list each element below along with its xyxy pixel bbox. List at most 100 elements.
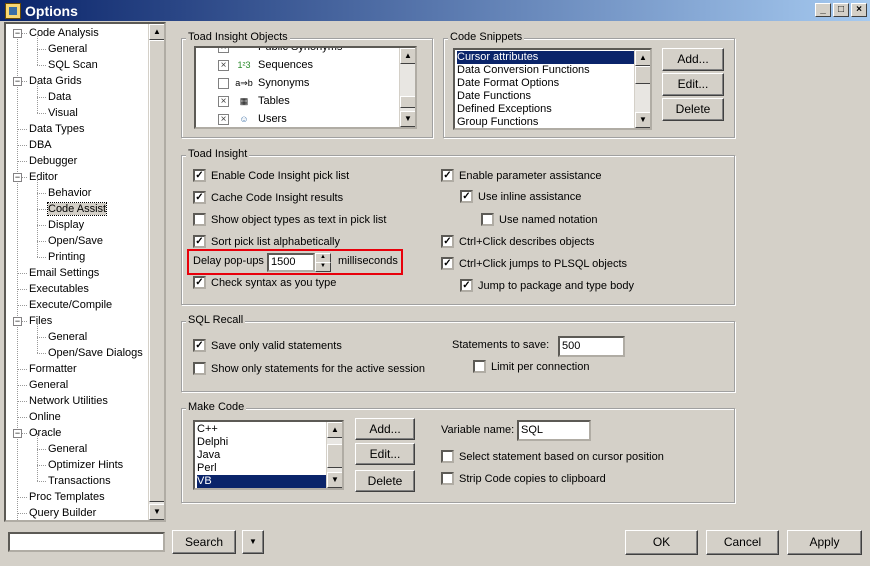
make-code-add-button[interactable]: Add... [355,418,415,440]
active-session-checkbox[interactable]: Show only statements for the active sess… [193,361,425,377]
snippets-scroll-thumb[interactable] [635,66,650,84]
make-code-item[interactable]: C++ [197,423,327,436]
snippet-item[interactable]: Data Conversion Functions [457,64,635,77]
cache-results-checkbox[interactable]: ✓ Cache Code Insight results [193,190,343,206]
tree-item[interactable]: Display [48,217,84,233]
tree-collapse-icon[interactable]: − [13,317,22,326]
tree-item[interactable]: General [48,441,87,457]
insight-object-item[interactable]: × Public Synonyms [218,48,342,56]
tree-item[interactable]: Network Utilities [29,393,108,409]
insight-object-item[interactable]: × ▦ Tables [218,92,290,110]
make-code-item[interactable]: Delphi [197,436,327,449]
tree-scrollbar[interactable]: ▲ ▼ [148,24,164,520]
insight-object-checkbox[interactable] [218,77,229,89]
make-code-list[interactable]: VB.NETVBPerlJavaDelphiC++ ▲ ▼ [193,420,344,490]
minimize-button[interactable]: _ [815,3,831,17]
make-code-scroll-up-button[interactable]: ▲ [327,422,342,438]
tree-collapse-icon[interactable]: − [13,173,22,182]
select-statement-checkbox[interactable]: Select statement based on cursor positio… [441,449,664,465]
tree-item[interactable]: Execute/Compile [29,297,112,313]
make-code-item[interactable]: VB.NET [197,488,327,490]
insight-object-item[interactable]: a⇒b Synonyms [218,74,309,92]
insight-scroll-down-button[interactable]: ▼ [400,111,415,127]
save-valid-checkbox[interactable]: ✓ Save only valid statements [193,338,342,354]
make-code-scroll-thumb[interactable] [327,444,342,468]
tree-item[interactable]: Visual [48,105,78,121]
tree-collapse-icon[interactable]: − [13,77,22,86]
snippet-item[interactable]: Date Format Options [457,77,635,90]
insight-object-checkbox[interactable]: × [218,113,229,125]
tree-item[interactable]: SQL Scan [48,57,98,73]
insight-object-item[interactable]: × 1²3 Sequences [218,56,313,74]
tree-item[interactable]: Oracle [29,425,61,441]
tree-collapse-icon[interactable]: − [13,429,22,438]
tree-item[interactable]: Executables [29,281,89,297]
snippet-item[interactable]: Cursor attributes [457,51,635,64]
tree-item[interactable]: Open/Save Dialogs [48,345,143,361]
tree-item[interactable]: Code Analysis [29,25,99,41]
tree-item[interactable]: Open/Save [48,233,103,249]
insight-object-checkbox[interactable]: × [218,95,229,107]
insight-object-checkbox[interactable]: × [218,59,229,71]
search-dropdown-button[interactable]: ▼ [242,530,264,554]
make-code-item[interactable]: Java [197,449,327,462]
tree-item[interactable]: Online [29,409,61,425]
search-button[interactable]: Search [172,530,236,554]
snippet-edit-button[interactable]: Edit... [662,73,724,96]
tree-item[interactable]: General [48,41,87,57]
tree-item[interactable]: General [29,377,68,393]
tree-item[interactable]: Files [29,313,52,329]
strip-code-checkbox[interactable]: Strip Code copies to clipboard [441,471,606,487]
tree-scroll-up-button[interactable]: ▲ [149,24,164,40]
tree-item[interactable]: Code Assist [46,201,108,217]
spin-down-button[interactable]: ▼ [315,262,331,272]
ctrl-click-jumps-checkbox[interactable]: ✓ Ctrl+Click jumps to PLSQL objects [441,256,627,272]
make-code-item[interactable]: Perl [197,462,327,475]
make-code-item[interactable]: VB [197,475,327,488]
enable-pick-list-checkbox[interactable]: ✓ Enable Code Insight pick list [193,168,349,184]
snippets-scroll-down-button[interactable]: ▼ [635,112,650,128]
snippet-item[interactable]: Group Functions [457,116,635,128]
tree-item[interactable]: Printing [48,249,85,265]
snippet-delete-button[interactable]: Delete [662,98,724,121]
tree-item[interactable]: Transactions [48,473,111,489]
enable-param-checkbox[interactable]: ✓ Enable parameter assistance [441,168,601,184]
tree-item[interactable]: Data [48,89,71,105]
make-code-scrollbar[interactable]: ▲ ▼ [326,422,342,488]
tree-item[interactable]: Query Builder [29,505,96,520]
insight-objects-scrollbar[interactable]: ▲ ▼ [399,48,415,127]
snippet-add-button[interactable]: Add... [662,48,724,71]
tree-item[interactable]: Formatter [29,361,77,377]
tree-item[interactable]: Debugger [29,153,77,169]
make-code-delete-button[interactable]: Delete [355,470,415,492]
tree-item[interactable]: Proc Templates [29,489,105,505]
options-tree[interactable]: ▲ ▼ Code Analysis − General SQL Scan Data Gr… [4,22,166,522]
check-syntax-checkbox[interactable]: ✓ Check syntax as you type [193,275,336,291]
tree-scroll-down-button[interactable]: ▼ [149,504,164,520]
statements-input[interactable]: 500 [558,336,625,357]
tree-item[interactable]: Email Settings [29,265,99,281]
delay-input[interactable]: 1500 [267,253,315,272]
delay-spinner[interactable]: ▲ ▼ [315,253,331,272]
maximize-button[interactable]: □ [833,3,849,17]
ok-button[interactable]: OK [625,530,698,555]
insight-object-checkbox[interactable]: × [218,48,229,53]
tree-item[interactable]: General [48,329,87,345]
close-button[interactable]: × [851,3,867,17]
show-types-checkbox[interactable]: Show object types as text in pick list [193,212,386,228]
tree-item[interactable]: Editor [29,169,58,185]
insight-scroll-thumb[interactable] [400,96,415,108]
apply-button[interactable]: Apply [787,530,862,555]
snippet-item[interactable]: Date Functions [457,90,635,103]
limit-per-conn-checkbox[interactable]: Limit per connection [473,359,589,375]
sort-alpha-checkbox[interactable]: ✓ Sort pick list alphabetically [193,234,340,250]
make-code-edit-button[interactable]: Edit... [355,443,415,465]
use-named-checkbox[interactable]: Use named notation [481,212,597,228]
tree-item[interactable]: Data Types [29,121,84,137]
tree-item[interactable]: Optimizer Hints [48,457,123,473]
tree-collapse-icon[interactable]: − [13,29,22,38]
code-snippets-list[interactable]: Group Functions Defined Exceptions Date Fu… [453,48,652,130]
search-input[interactable] [8,532,165,552]
make-code-scroll-down-button[interactable]: ▼ [327,472,342,488]
tree-scroll-thumb[interactable] [149,40,164,502]
